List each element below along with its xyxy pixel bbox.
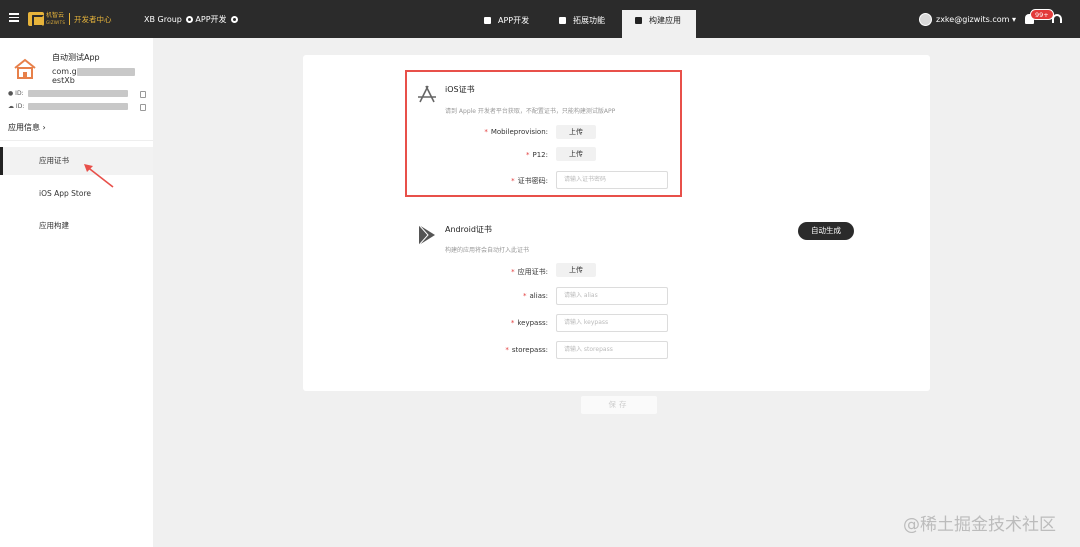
- redacted-block: [28, 103, 129, 110]
- app-house-icon: [14, 58, 36, 79]
- tab-label: 拓展功能: [573, 16, 605, 25]
- save-button[interactable]: 保存: [581, 396, 657, 414]
- cloud-icon: ☁: [8, 103, 14, 110]
- ios-id-row: ● ID:: [8, 90, 128, 97]
- bundle-suffix: estXb: [52, 76, 75, 85]
- app-name: 自动测试App: [52, 53, 100, 62]
- redacted-block: [27, 90, 128, 97]
- sidebar-item-ios-app-store[interactable]: iOS App Store: [0, 180, 153, 208]
- app-info-link[interactable]: 应用信息 ›: [8, 122, 46, 133]
- app-bundle-id: com.gestXb: [52, 67, 153, 85]
- tab-build-app[interactable]: 构建应用: [622, 10, 696, 38]
- gizwits-logo-icon[interactable]: [28, 12, 44, 27]
- alias-label: * alias:: [523, 292, 548, 300]
- developer-center-label[interactable]: 开发者中心: [74, 14, 112, 25]
- group-breadcrumb[interactable]: XB Group APP开发: [144, 14, 240, 25]
- sidebar: 自动测试App com.gestXb ● ID: ☁ ID: 应用信息 › 应用…: [0, 38, 153, 547]
- google-play-icon: [418, 224, 435, 246]
- hamburger-menu-icon[interactable]: [9, 13, 19, 22]
- android-id-label: ID:: [15, 103, 25, 110]
- logo-subtext: GIZWITS: [46, 20, 66, 25]
- tab-app-dev[interactable]: APP开发: [484, 10, 544, 38]
- switch-icon[interactable]: [186, 16, 194, 23]
- tab-label: 构建应用: [649, 16, 681, 25]
- divider: [0, 140, 153, 141]
- user-email-dropdown[interactable]: zxke@gizwits.com ▾: [936, 15, 1016, 24]
- group-label: XB Group: [144, 15, 182, 24]
- sidebar-item-build[interactable]: 应用构建: [0, 212, 153, 240]
- watermark: @稀土掘金技术社区: [903, 515, 1056, 535]
- copy-icon[interactable]: [140, 104, 146, 111]
- sidebar-item-certificates[interactable]: 应用证书: [0, 147, 153, 175]
- palette-icon: [484, 17, 491, 24]
- app-cert-label: * 应用证书:: [511, 268, 548, 276]
- keypass-input[interactable]: 请输入 keypass: [556, 314, 668, 332]
- extension-icon: [559, 17, 566, 24]
- logo-separator: [69, 13, 70, 25]
- app-cert-upload-button[interactable]: 上传: [556, 263, 596, 277]
- apple-icon: ●: [8, 90, 14, 97]
- copy-icon[interactable]: [140, 91, 146, 98]
- ios-id-label: ID:: [15, 90, 24, 97]
- android-section-description: 构建的应用将会自动打入此证书: [445, 247, 530, 254]
- logo-text: 机智云: [46, 12, 65, 19]
- ios-highlight-box: [405, 70, 682, 197]
- notification-badge: 99+: [1030, 9, 1054, 20]
- annotation-arrow: [84, 164, 114, 188]
- storepass-input[interactable]: 请输入 storepass: [556, 341, 668, 359]
- android-id-row: ☁ ID:: [8, 103, 129, 110]
- auto-generate-button[interactable]: 自动生成: [798, 222, 854, 240]
- switch-icon[interactable]: [231, 16, 239, 23]
- alias-input[interactable]: 请输入 alias: [556, 287, 668, 305]
- top-navigation-bar: 机智云 GIZWITS 开发者中心 XB Group APP开发 APP开发 拓…: [0, 0, 1080, 38]
- tab-extensions[interactable]: 拓展功能: [559, 10, 619, 38]
- build-icon: [635, 17, 642, 24]
- product-label: APP开发: [195, 15, 227, 24]
- redacted-block: [76, 67, 135, 76]
- storepass-label: * storepass:: [505, 346, 548, 354]
- android-section-title: Android证书: [445, 225, 492, 234]
- keypass-label: * keypass:: [510, 319, 548, 327]
- user-avatar[interactable]: [919, 13, 932, 26]
- tab-label: APP开发: [498, 16, 530, 25]
- bundle-prefix: com.g: [52, 67, 77, 76]
- headset-icon[interactable]: [1052, 14, 1062, 23]
